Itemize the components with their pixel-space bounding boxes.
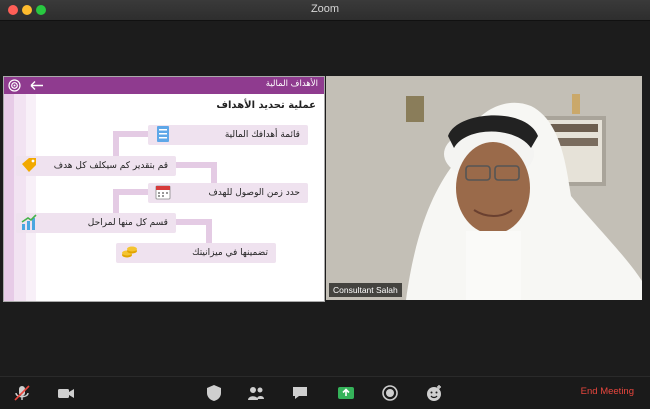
- participants-icon[interactable]: [246, 383, 266, 403]
- mute-microphone-icon[interactable]: [12, 383, 32, 403]
- participant-video-tile[interactable]: Consultant Salah: [326, 76, 642, 300]
- step-label: قائمة أهدافك المالية: [224, 130, 300, 140]
- video-camera-icon[interactable]: [56, 383, 76, 403]
- share-screen-icon[interactable]: [336, 383, 356, 403]
- calendar-icon: [155, 185, 171, 200]
- flow-step-5: تضمينها في ميزانيتك: [116, 243, 276, 263]
- shared-screen-tile: الأهداف المالية عملية تحديد الأهداف قائم…: [3, 76, 325, 302]
- growth-chart-icon: [21, 214, 37, 230]
- window-titlebar: Zoom: [0, 0, 650, 21]
- step-label: قم بتقدير كم سيكلف كل هدف: [53, 161, 168, 171]
- security-shield-icon[interactable]: [204, 383, 224, 403]
- flow-step-4: قسم كل منها لمراحل: [16, 213, 176, 233]
- record-icon[interactable]: [380, 383, 400, 403]
- flow-step-1: قائمة أهدافك المالية: [148, 125, 308, 145]
- end-meeting-button[interactable]: End Meeting: [581, 386, 634, 397]
- step-label: حدد زمن الوصول للهدف: [208, 188, 300, 198]
- reactions-icon[interactable]: [424, 383, 444, 403]
- participant-video-feed: [326, 76, 642, 300]
- coins-icon: [122, 246, 137, 258]
- meeting-toolbar: End Meeting: [0, 376, 650, 409]
- checklist-icon: [157, 126, 169, 142]
- participant-name-tag: Consultant Salah: [329, 283, 402, 297]
- price-tag-icon: [22, 158, 36, 172]
- window-title: Zoom: [310, 3, 340, 15]
- step-label: قسم كل منها لمراحل: [87, 218, 168, 228]
- flow-step-3: حدد زمن الوصول للهدف: [148, 183, 308, 203]
- flow-step-2: قم بتقدير كم سيكلف كل هدف: [16, 156, 176, 176]
- step-label: تضمينها في ميزانيتك: [192, 248, 268, 258]
- chat-icon[interactable]: [290, 383, 310, 403]
